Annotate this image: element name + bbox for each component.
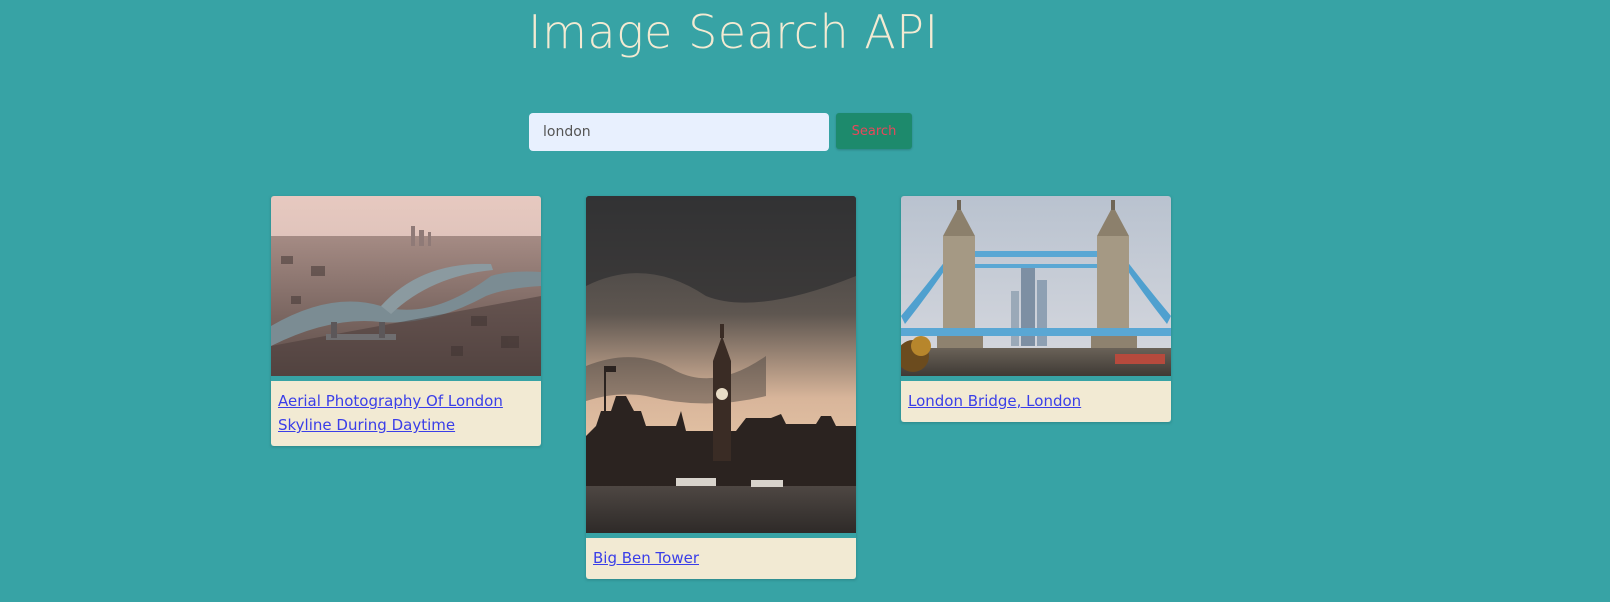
result-link-aerial[interactable]: Aerial Photography Of London Skyline Dur… <box>278 392 503 434</box>
result-caption-aerial: Aerial Photography Of London Skyline Dur… <box>271 381 541 446</box>
result-caption-big-ben: Big Ben Tower <box>586 538 856 579</box>
result-link-tower-bridge[interactable]: London Bridge, London <box>908 392 1081 410</box>
result-card-tower-bridge: London Bridge, London <box>901 196 1171 422</box>
result-image-aerial[interactable] <box>271 196 541 376</box>
result-image-big-ben[interactable] <box>586 196 856 533</box>
result-card-aerial: Aerial Photography Of London Skyline Dur… <box>271 196 541 446</box>
page-title: Image Search API <box>528 5 939 59</box>
result-caption-tower-bridge: London Bridge, London <box>901 381 1171 422</box>
result-image-tower-bridge[interactable] <box>901 196 1171 376</box>
search-button[interactable]: Search <box>836 113 912 149</box>
result-link-big-ben[interactable]: Big Ben Tower <box>593 549 699 567</box>
result-card-big-ben: Big Ben Tower <box>586 196 856 579</box>
search-input[interactable] <box>529 113 829 151</box>
